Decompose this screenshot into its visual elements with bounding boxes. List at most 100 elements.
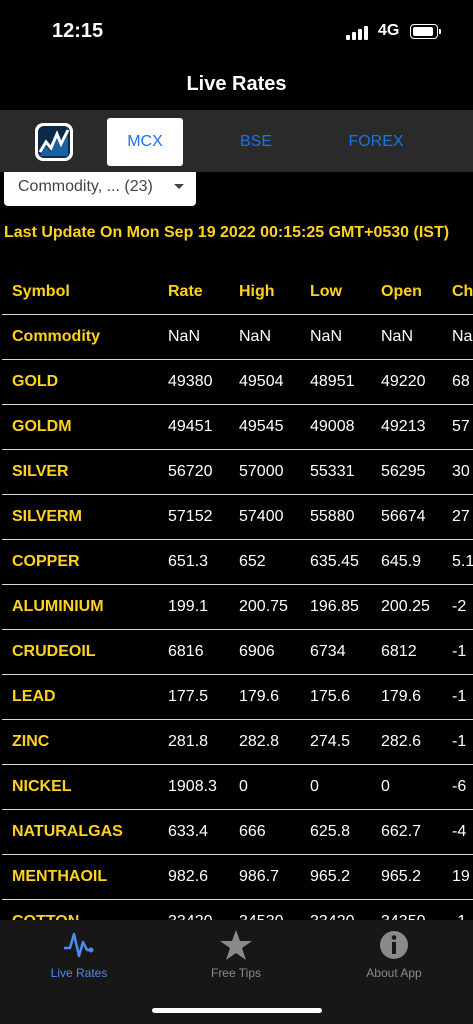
table-row[interactable]: ZINC 281.8 282.8 274.5 282.6 -1 xyxy=(2,719,473,765)
cell-change: 57 xyxy=(452,404,473,450)
cell-symbol: SILVERM xyxy=(2,494,168,540)
bottom-tab-label: Free Tips xyxy=(210,966,261,980)
cell-high: 49545 xyxy=(239,404,310,450)
header-high[interactable]: High xyxy=(239,270,310,315)
table-row[interactable]: NICKEL 1908.3 0 0 0 -6 xyxy=(2,764,473,810)
cell-low: 55880 xyxy=(310,494,381,540)
cell-high: 57000 xyxy=(239,449,310,495)
cell-low: 625.8 xyxy=(310,809,381,855)
cell-high: 200.75 xyxy=(239,584,310,630)
chevron-down-icon xyxy=(174,184,184,189)
cell-high: 652 xyxy=(239,539,310,585)
table-row[interactable]: CRUDEOIL 6816 6906 6734 6812 -1 xyxy=(2,629,473,675)
dropdown-value: Commodity, ... (23) xyxy=(18,178,153,195)
status-bar: 12:15 4G xyxy=(0,0,473,62)
cell-low: 274.5 xyxy=(310,719,381,765)
cell-open: 49220 xyxy=(381,359,452,405)
cell-open: 200.25 xyxy=(381,584,452,630)
cell-open: NaN xyxy=(381,314,452,360)
table-row[interactable]: SILVERM 57152 57400 55880 56674 27 xyxy=(2,494,473,540)
cell-change: -1 xyxy=(452,719,473,765)
table-row[interactable]: COPPER 651.3 652 635.45 645.9 5.1 xyxy=(2,539,473,585)
cell-open: 56295 xyxy=(381,449,452,495)
table-row[interactable]: LEAD 177.5 179.6 175.6 179.6 -1 xyxy=(2,674,473,720)
commodity-filter-dropdown[interactable]: Commodity, ... (23) xyxy=(4,172,196,206)
cell-low: 965.2 xyxy=(310,854,381,900)
cellular-signal-icon xyxy=(346,24,372,40)
bottom-tab-live-rates[interactable]: Live Rates xyxy=(19,928,139,980)
table-row[interactable]: ALUMINIUM 199.1 200.75 196.85 200.25 -2 xyxy=(2,584,473,630)
info-icon xyxy=(380,931,408,959)
cell-symbol: NICKEL xyxy=(2,764,168,810)
cell-high: 282.8 xyxy=(239,719,310,765)
cell-open: 56674 xyxy=(381,494,452,540)
cell-rate: 281.8 xyxy=(168,719,239,765)
header-rate[interactable]: Rate xyxy=(168,270,239,315)
cell-high: 666 xyxy=(239,809,310,855)
bottom-tab-label: About App xyxy=(366,966,422,980)
cell-open: 662.7 xyxy=(381,809,452,855)
cell-rate: 57152 xyxy=(168,494,239,540)
cell-low: 175.6 xyxy=(310,674,381,720)
cell-symbol: COTTON xyxy=(2,899,168,920)
cell-change: -1 xyxy=(452,674,473,720)
cell-symbol: MENTHAOIL xyxy=(2,854,168,900)
table-row[interactable]: GOLD 49380 49504 48951 49220 68 xyxy=(2,359,473,405)
bottom-tab-free-tips[interactable]: Free Tips xyxy=(176,928,296,980)
cell-low: 6734 xyxy=(310,629,381,675)
cell-change: -1 xyxy=(452,899,473,920)
cell-change: -2 xyxy=(452,584,473,630)
header-change[interactable]: Ch xyxy=(452,270,473,315)
cell-symbol: COPPER xyxy=(2,539,168,585)
cell-rate: 56720 xyxy=(168,449,239,495)
cell-symbol: SILVER xyxy=(2,449,168,495)
cell-rate: 6816 xyxy=(168,629,239,675)
cell-low: 48951 xyxy=(310,359,381,405)
cell-open: 34350 xyxy=(381,899,452,920)
header-open[interactable]: Open xyxy=(381,270,452,315)
cell-symbol: ZINC xyxy=(2,719,168,765)
cell-symbol: ALUMINIUM xyxy=(2,584,168,630)
table-row[interactable]: NATURALGAS 633.4 666 625.8 662.7 -4 xyxy=(2,809,473,855)
rates-table: Symbol Rate High Low Open Ch Commodity Na… xyxy=(2,270,473,920)
table-row[interactable]: MENTHAOIL 982.6 986.7 965.2 965.2 19 xyxy=(2,854,473,900)
cell-open: 179.6 xyxy=(381,674,452,720)
cell-symbol: LEAD xyxy=(2,674,168,720)
cell-change: -4 xyxy=(452,809,473,855)
cell-high: 6906 xyxy=(239,629,310,675)
cell-rate: 49380 xyxy=(168,359,239,405)
table-row[interactable]: SILVER 56720 57000 55331 56295 30 xyxy=(2,449,473,495)
page-title: Live Rates xyxy=(186,73,287,95)
cell-change: 19 xyxy=(452,854,473,900)
cell-high: 34530 xyxy=(239,899,310,920)
cell-low: 0 xyxy=(310,764,381,810)
cell-low: 196.85 xyxy=(310,584,381,630)
tab-forex[interactable]: FOREX xyxy=(338,118,414,166)
navigation-bar: Live Rates xyxy=(0,62,473,110)
star-icon xyxy=(220,930,252,960)
table-row[interactable]: GOLDM 49451 49545 49008 49213 57 xyxy=(2,404,473,450)
header-symbol[interactable]: Symbol xyxy=(2,270,168,315)
bottom-tab-about-app[interactable]: About App xyxy=(334,928,454,980)
cell-high: 0 xyxy=(239,764,310,810)
table-row[interactable]: COTTON33420345303342034350-1 xyxy=(2,899,473,920)
cell-change: -6 xyxy=(452,764,473,810)
cell-symbol: GOLDM xyxy=(2,404,168,450)
cell-rate: 199.1 xyxy=(168,584,239,630)
header-low[interactable]: Low xyxy=(310,270,381,315)
cell-change: 68 xyxy=(452,359,473,405)
cell-open: 49213 xyxy=(381,404,452,450)
cell-low: 49008 xyxy=(310,404,381,450)
cell-high: 57400 xyxy=(239,494,310,540)
cell-low: 33420 xyxy=(310,899,381,920)
cell-rate: 982.6 xyxy=(168,854,239,900)
table-header-row: Symbol Rate High Low Open Ch xyxy=(2,270,473,315)
table-row[interactable]: Commodity NaN NaN NaN NaN Na xyxy=(2,314,473,360)
cell-symbol: Commodity xyxy=(2,314,168,360)
tab-mcx[interactable]: MCX xyxy=(107,118,183,166)
tab-bse[interactable]: BSE xyxy=(218,118,294,166)
cell-high: 179.6 xyxy=(239,674,310,720)
cell-low: NaN xyxy=(310,314,381,360)
cell-low: 55331 xyxy=(310,449,381,495)
rates-table-scroll[interactable]: Symbol Rate High Low Open Ch Commodity Na… xyxy=(2,270,473,920)
